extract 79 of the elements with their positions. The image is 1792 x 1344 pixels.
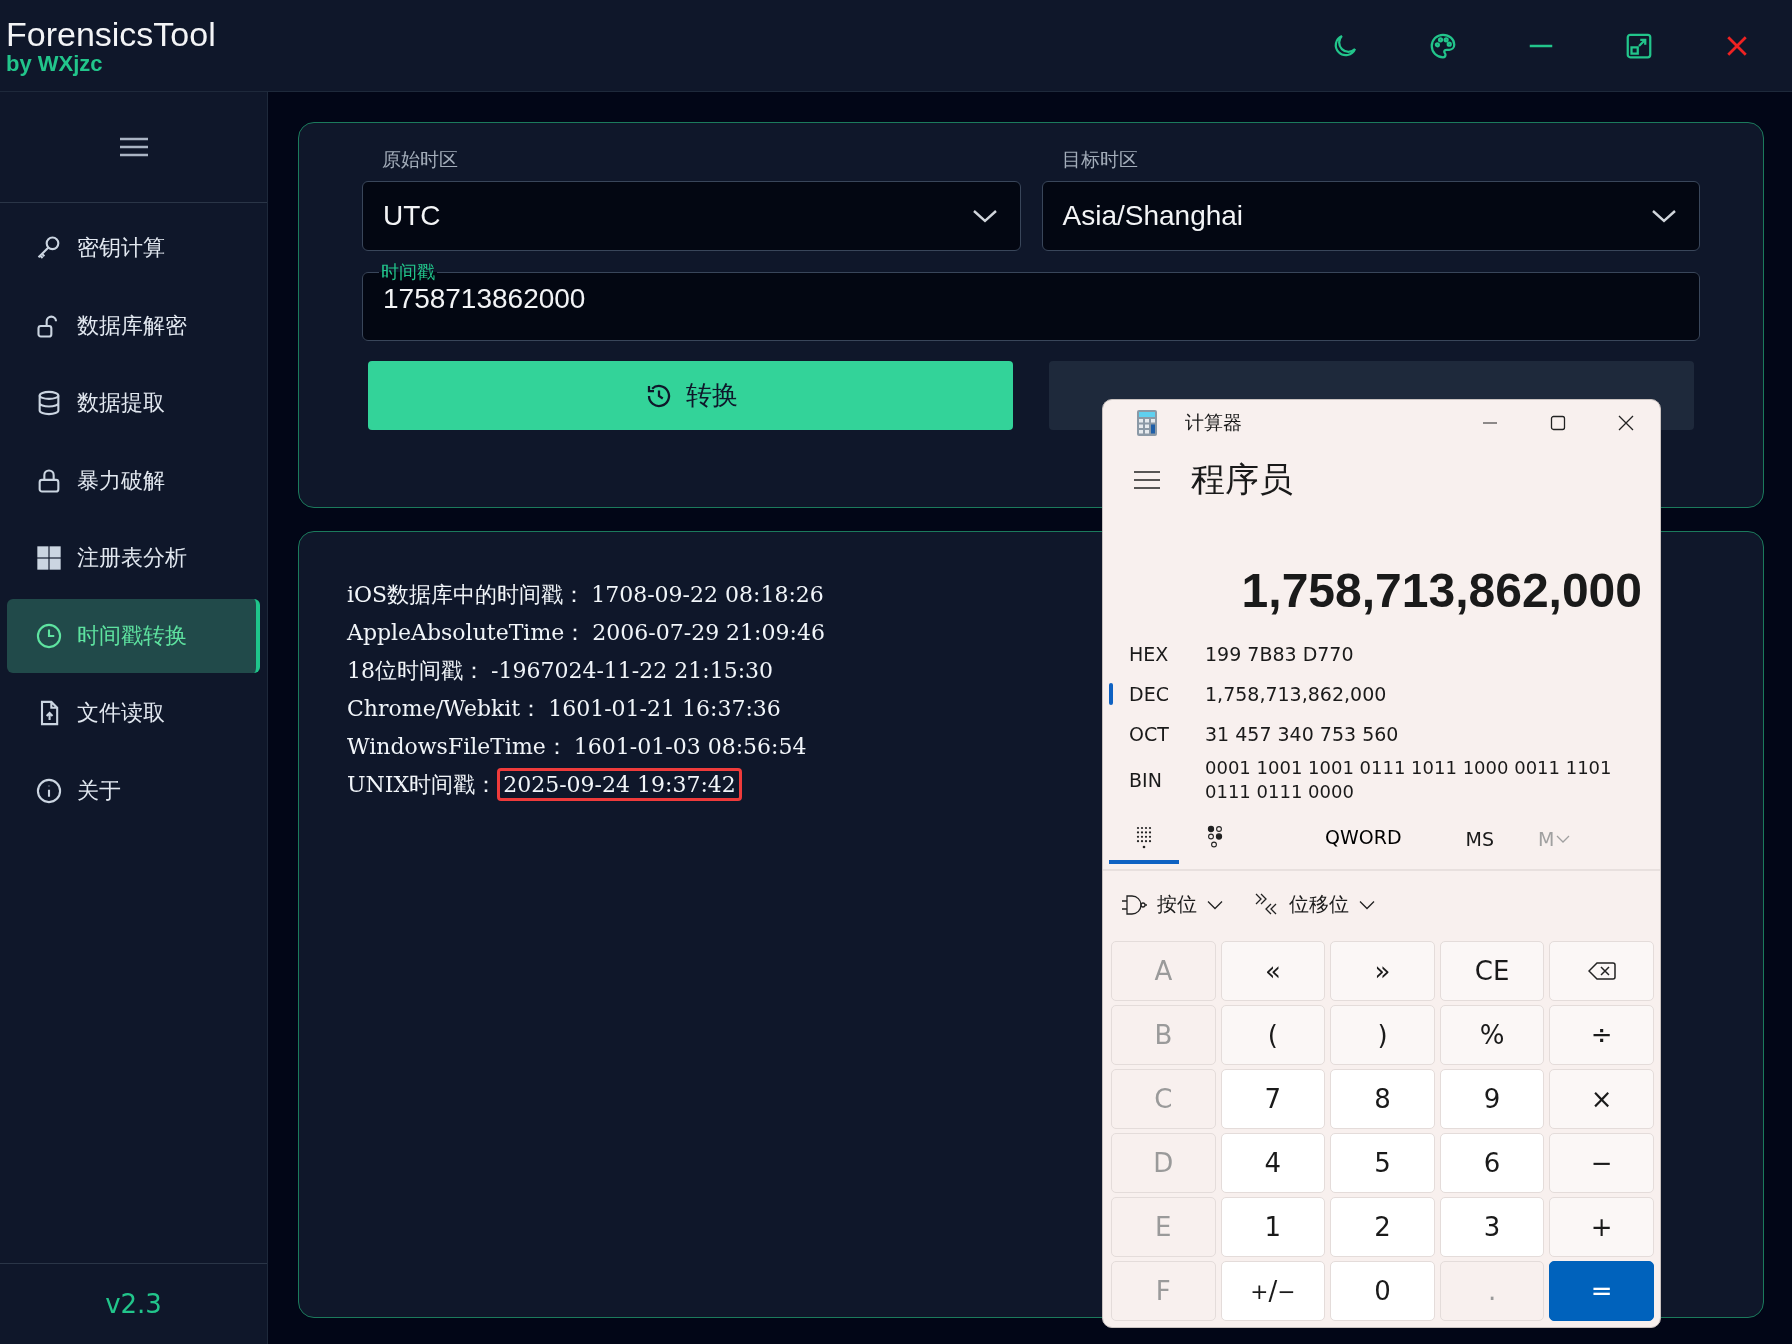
radix-value: 199 7B83 D770	[1205, 643, 1354, 665]
calculator-key[interactable]: ÷	[1549, 1005, 1654, 1065]
result-label: WindowsFileTime：	[347, 734, 568, 759]
chevron-down-icon	[1556, 834, 1571, 845]
keypad-icon	[1135, 825, 1153, 850]
convert-button[interactable]: 转换	[368, 361, 1013, 430]
calculator-key[interactable]: ×	[1549, 1069, 1654, 1129]
calculator-key[interactable]: 6	[1439, 1133, 1545, 1193]
calculator-key[interactable]: CE	[1439, 941, 1545, 1001]
window-title: 计算器	[1185, 409, 1242, 435]
bitwise-dropdown[interactable]: 按位	[1121, 891, 1223, 919]
calculator-key[interactable]: 1	[1220, 1197, 1326, 1257]
mode-title: 程序员	[1191, 457, 1293, 501]
calculator-key[interactable]: %	[1439, 1005, 1545, 1065]
radix-value: 0001 1001 1001 0111 1011 1000 0011 1101 0111 0111 0000	[1205, 756, 1613, 804]
calculator-key[interactable]: −	[1549, 1133, 1654, 1193]
calculator-key[interactable]: 7	[1220, 1069, 1326, 1129]
radix-label[interactable]: HEX	[1113, 643, 1205, 665]
result-label: AppleAbsoluteTime：	[347, 620, 587, 645]
chevron-down-icon	[1651, 208, 1677, 224]
calculator-key[interactable]: 9	[1439, 1069, 1545, 1129]
nav-item[interactable]: 密钥计算	[7, 211, 260, 285]
calculator-key[interactable]: 3	[1439, 1197, 1545, 1257]
timestamp-field[interactable]: 时间戳 1758713862000	[362, 261, 1700, 341]
calculator-key[interactable]: «	[1220, 941, 1326, 1001]
result-value: 1601-01-03 08:56:54	[572, 733, 808, 761]
app-subtitle: by WXjzc	[6, 51, 104, 76]
calculator-icon	[1137, 409, 1157, 436]
field-label: 目标时区	[1060, 147, 1139, 172]
result-label: 18位时间戳：	[347, 658, 485, 683]
backspace-icon	[1587, 961, 1616, 981]
timezone-select[interactable]: UTC	[362, 181, 1021, 251]
calculator-key[interactable]: 0	[1330, 1261, 1435, 1321]
result-value: 1708-09-22 08:18:26	[590, 581, 825, 609]
nav-item[interactable]: 关于	[7, 753, 260, 828]
nav-item[interactable]: 时间戳转换	[7, 598, 260, 673]
chevron-down-icon	[1359, 899, 1375, 910]
calculator-key[interactable]: )	[1330, 1005, 1435, 1065]
nav-item[interactable]: 注册表分析	[7, 521, 260, 595]
result-value: -1967024-11-22 21:15:30	[490, 657, 775, 685]
result-label: Chrome/Webkit：	[347, 696, 543, 721]
nav-item[interactable]: 暴力破解	[7, 443, 260, 518]
chevron-down-icon	[971, 208, 998, 224]
display-value: 1,758,713,862,000	[1241, 563, 1642, 618]
clock-icon	[35, 621, 63, 650]
result-value: 2025-09-24 19:37:42	[497, 768, 742, 801]
result-label: iOS数据库中的时间戳：	[347, 582, 586, 607]
info-icon	[35, 776, 63, 805]
equals-key[interactable]: =	[1549, 1261, 1654, 1321]
grid-icon	[35, 544, 63, 572]
calculator-key[interactable]: (	[1220, 1005, 1326, 1065]
calculator-key[interactable]: 4	[1220, 1133, 1326, 1193]
radix-label[interactable]: DEC	[1113, 683, 1205, 705]
timezone-select[interactable]: Asia/Shanghai	[1041, 181, 1700, 251]
version-label: v2.3	[105, 1289, 162, 1319]
bit-toggle-icon	[1205, 825, 1225, 850]
radix-label[interactable]: BIN	[1113, 769, 1205, 791]
memory-button[interactable]: MS	[1447, 814, 1512, 865]
word-size-button[interactable]: QWORD	[1299, 814, 1428, 865]
chevron-down-icon	[1207, 899, 1223, 910]
field-label: 原始时区	[381, 147, 459, 172]
calculator-key[interactable]: »	[1330, 941, 1435, 1001]
shift-dropdown[interactable]: 位移位	[1253, 891, 1375, 919]
calculator-key[interactable]: 8	[1330, 1069, 1435, 1129]
app-title: ForensicsTool	[6, 15, 216, 52]
nav-item[interactable]: 数据提取	[7, 366, 260, 440]
logic-gate-icon	[1121, 893, 1147, 916]
radix-value: 1,758,713,862,000	[1205, 683, 1387, 705]
result-value: 2006-07-29 21:09:46	[591, 619, 826, 647]
nav-item[interactable]: 数据库解密	[7, 288, 260, 363]
calculator-key[interactable]: 2	[1330, 1197, 1435, 1257]
calculator-key[interactable]: +	[1549, 1197, 1654, 1257]
backspace-key[interactable]	[1549, 941, 1654, 1001]
radix-label[interactable]: OCT	[1113, 723, 1205, 745]
nav-item[interactable]: 文件读取	[7, 676, 260, 750]
result-value: 1601-01-21 16:37:36	[547, 695, 782, 723]
result-label: UNIX时间戳：	[347, 772, 498, 797]
calculator-key[interactable]: 5	[1330, 1133, 1435, 1193]
radix-value: 31 457 340 753 560	[1205, 723, 1399, 745]
